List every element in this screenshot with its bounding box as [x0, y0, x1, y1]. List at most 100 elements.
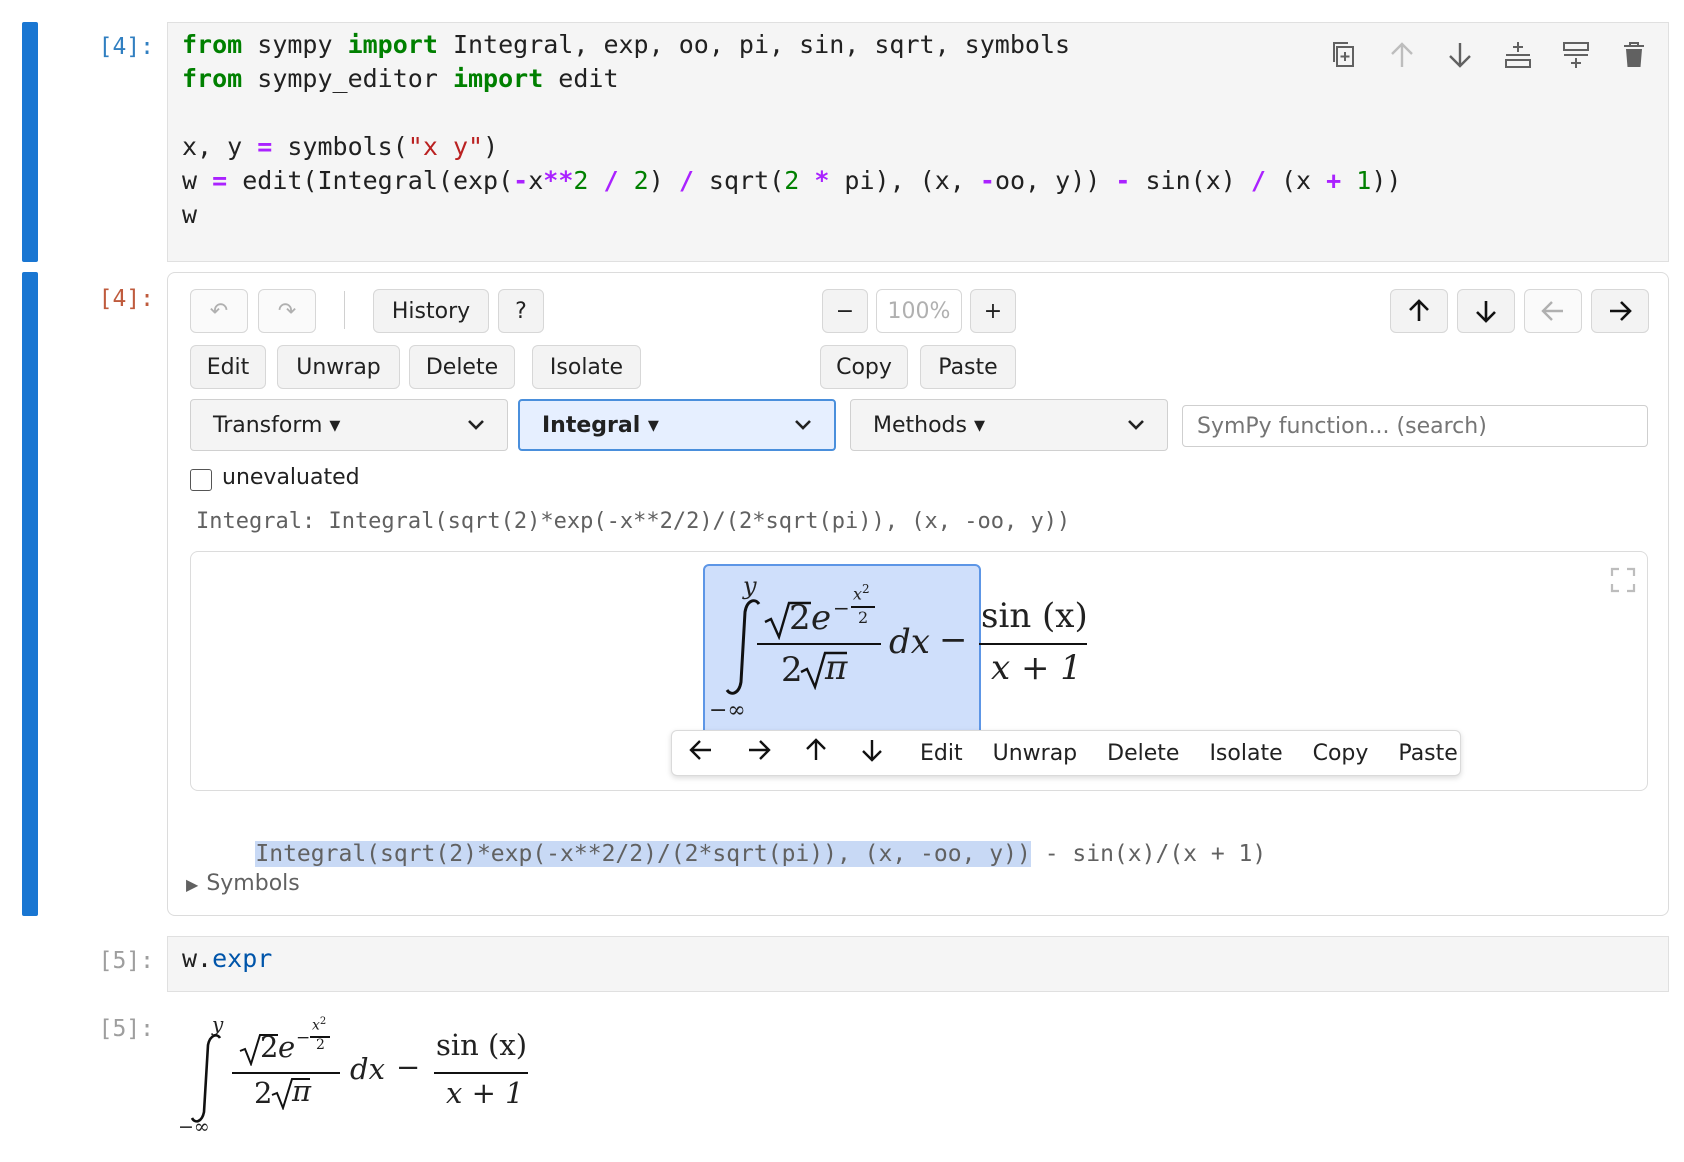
float-edit-button[interactable]: Edit: [920, 741, 963, 766]
undo-button[interactable]: ↶: [190, 289, 248, 333]
code-token: "x y": [407, 132, 484, 161]
code-token: import: [452, 64, 544, 93]
methods-select-label: Methods ▾: [873, 412, 986, 438]
exp-num-pow: 2: [862, 582, 870, 596]
code-cell-2[interactable]: w.expr: [167, 936, 1669, 992]
paste-button[interactable]: Paste: [920, 345, 1016, 389]
out-numerator-sqrt-arg: 2: [260, 1030, 279, 1064]
nav-right-button[interactable]: [1591, 289, 1649, 333]
fullscreen-icon[interactable]: [1609, 566, 1637, 594]
float-up-button[interactable]: [804, 737, 828, 769]
copy-button[interactable]: Copy: [820, 345, 908, 389]
out-exp-num-var: x: [312, 1017, 320, 1034]
cell-toolbar: [1326, 37, 1652, 73]
insert-above-icon[interactable]: [1500, 37, 1536, 73]
code-token: +: [1326, 166, 1342, 195]
insert-below-icon[interactable]: [1558, 37, 1594, 73]
out-lower-limit: −∞: [178, 1116, 210, 1138]
code-token: /: [603, 166, 619, 195]
code-token: x: [528, 166, 544, 195]
arrow-left-icon: [689, 740, 711, 760]
nav-up-button[interactable]: [1390, 289, 1448, 333]
code-token: /: [678, 166, 694, 195]
code-token: *: [814, 166, 830, 195]
selection-info: Integral: Integral(sqrt(2)*exp(-x**2/2)/…: [196, 509, 1071, 534]
cell-collapse-bar-2[interactable]: [22, 272, 38, 916]
code-token: pi), (x,: [829, 166, 980, 195]
fraction2-bar: [979, 643, 1087, 645]
arrow-up-icon: [1409, 299, 1429, 321]
out-exp-num-pow: 2: [319, 1016, 327, 1027]
expression-rest[interactable]: - sin(x)/(x + 1): [1031, 841, 1267, 867]
toolbar-divider: [344, 291, 345, 329]
transform-select-label: Transform ▾: [213, 412, 341, 438]
float-down-button[interactable]: [860, 737, 884, 769]
code-token: w: [182, 200, 198, 229]
arrow-right-icon: [749, 740, 771, 760]
minus-sign: −: [939, 620, 968, 660]
code-line[interactable]: w = edit(Integral(exp(-x**2 / 2) / sqrt(…: [182, 166, 1401, 195]
expression-text[interactable]: Integral(sqrt(2)*exp(-x**2/2)/(2*sqrt(pi…: [200, 815, 1266, 893]
unwrap-button[interactable]: Unwrap: [277, 345, 400, 389]
code-token: symbols(: [272, 132, 408, 161]
float-paste-button[interactable]: Paste: [1398, 741, 1457, 766]
math-display[interactable]: y −∞ 2 e − x2 2 2 π dx − sin (x) x + 1 E…: [190, 551, 1648, 791]
duplicate-cell-icon[interactable]: [1326, 37, 1362, 73]
integral-select[interactable]: Integral ▾: [518, 399, 836, 451]
out-fraction2-bar: [434, 1072, 528, 1074]
expression-selected[interactable]: Integral(sqrt(2)*exp(-x**2/2)/(2*sqrt(pi…: [255, 841, 1031, 867]
code-token: ): [483, 132, 499, 161]
symbols-label: Symbols: [206, 871, 300, 896]
code-token: from: [182, 64, 243, 93]
lower-limit: −∞: [709, 698, 746, 723]
zoom-out-button[interactable]: −: [822, 289, 868, 333]
transform-select[interactable]: Transform ▾: [190, 399, 508, 451]
float-left-button[interactable]: [688, 738, 714, 768]
exp-num-var: x: [853, 584, 863, 604]
code-line[interactable]: from sympy_editor import edit: [182, 64, 619, 93]
unevaluated-checkbox[interactable]: [190, 469, 212, 491]
move-down-icon[interactable]: [1442, 37, 1478, 73]
out-fraction2-denominator: x + 1: [446, 1076, 524, 1110]
history-button[interactable]: History: [373, 289, 489, 333]
float-copy-button[interactable]: Copy: [1313, 741, 1369, 766]
zoom-level: 100%: [876, 289, 962, 333]
code-line[interactable]: w.expr: [182, 944, 272, 973]
edit-button[interactable]: Edit: [190, 345, 266, 389]
code-token: -: [513, 166, 529, 195]
delete-cell-icon[interactable]: [1616, 37, 1652, 73]
nav-down-button[interactable]: [1457, 289, 1515, 333]
code-cell-1[interactable]: from sympy import Integral, exp, oo, pi,…: [167, 22, 1669, 262]
main-fraction-bar: [757, 643, 881, 645]
nav-left-button[interactable]: [1524, 289, 1582, 333]
float-unwrap-button[interactable]: Unwrap: [993, 741, 1078, 766]
code-line[interactable]: w: [182, 200, 197, 229]
symbols-disclosure[interactable]: ▶ Symbols: [186, 871, 300, 896]
redo-button[interactable]: ↷: [258, 289, 316, 333]
isolate-button[interactable]: Isolate: [532, 345, 641, 389]
output-prompt-5: [5]:: [98, 1016, 154, 1042]
methods-select[interactable]: Methods ▾: [850, 399, 1168, 451]
code-line[interactable]: from sympy import Integral, exp, oo, pi,…: [182, 30, 1070, 59]
out-minus-sign: −: [396, 1050, 421, 1084]
float-delete-button[interactable]: Delete: [1107, 741, 1179, 766]
delete-button[interactable]: Delete: [409, 345, 515, 389]
zoom-in-button[interactable]: +: [970, 289, 1016, 333]
sympy-function-search[interactable]: SymPy function... (search): [1182, 405, 1648, 447]
exp-denominator: 2: [858, 608, 869, 627]
code-line[interactable]: x, y = symbols("x y"): [182, 132, 498, 161]
help-button[interactable]: ?: [498, 289, 544, 333]
numerator-sqrt-arg: 2: [789, 598, 811, 638]
move-up-icon[interactable]: [1384, 37, 1420, 73]
chevron-down-icon: [1128, 420, 1144, 430]
float-right-button[interactable]: [746, 738, 772, 768]
out-exp-denominator: 2: [316, 1037, 325, 1053]
code-token: /: [1250, 166, 1266, 195]
differential: dx: [889, 622, 930, 662]
code-token: edit: [543, 64, 619, 93]
code-token: import: [347, 30, 438, 59]
float-isolate-button[interactable]: Isolate: [1209, 741, 1282, 766]
